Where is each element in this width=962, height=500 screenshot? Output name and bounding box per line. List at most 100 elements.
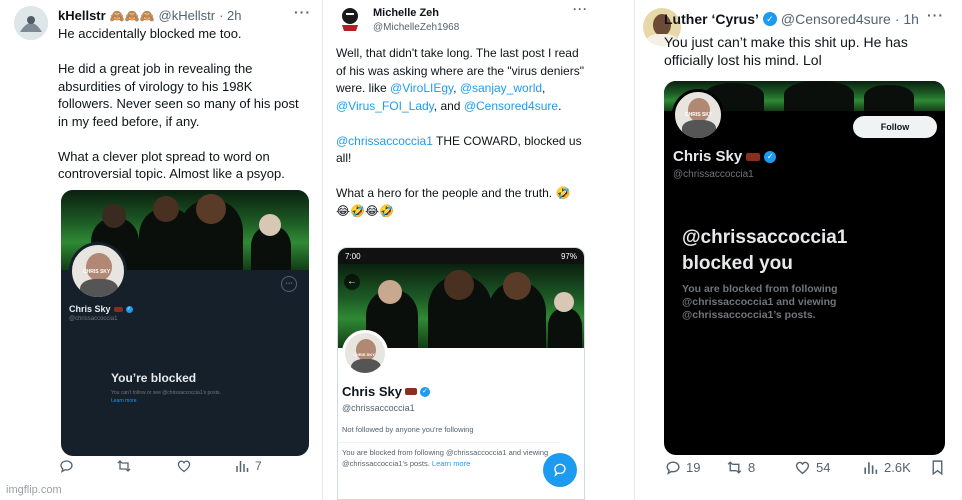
more-options-icon[interactable]: ··· xyxy=(573,2,588,16)
imgflip-watermark: imgflip.com xyxy=(6,484,62,496)
back-button[interactable]: ← xyxy=(344,274,360,290)
avatar-caption: CHRIS SKY xyxy=(685,112,713,118)
avatar-caption: CHRIS SKY xyxy=(353,352,375,357)
blocked-box: You are blocked from following @chrissac… xyxy=(338,442,560,473)
embedded-screenshot[interactable]: CHRIS SKY ··· Chris Sky ✓ @chrissaccocci… xyxy=(61,190,309,456)
repost-button[interactable] xyxy=(116,458,132,474)
brick-icon xyxy=(404,388,417,395)
not-followed-text: Not followed by anyone you're following xyxy=(342,425,474,434)
avatar-michelle[interactable] xyxy=(336,5,364,33)
blocked-desc-line: @chrissaccoccia1 and viewing xyxy=(682,296,837,308)
card-more-icon[interactable]: ··· xyxy=(281,276,297,292)
profile-avatar: CHRIS SKY xyxy=(69,242,127,300)
mention-link[interactable]: @Censored4sure xyxy=(464,99,558,113)
blocked-desc-line: You are blocked from following xyxy=(682,283,838,295)
tweet-line: in my feed before, if any. xyxy=(58,113,200,129)
reply-button[interactable]: 19 xyxy=(664,459,700,476)
author-handle[interactable]: @kHellstr xyxy=(159,8,216,23)
mention-link[interactable]: @chrissaccoccia1 xyxy=(336,134,433,148)
heart-icon xyxy=(795,461,810,474)
embedded-screenshot[interactable]: CHRIS SKY Follow Chris Sky ✓ @chrissacco… xyxy=(664,81,945,455)
verified-badge-icon: ✓ xyxy=(762,12,777,26)
author-handle[interactable]: @MichelleZeh1968 xyxy=(373,22,459,33)
more-options-icon[interactable]: ··· xyxy=(294,4,311,20)
blocked-description: You are blocked from following @chrissac… xyxy=(682,283,838,322)
blocked-desc-line: @chrissaccoccia1’s posts. xyxy=(682,309,816,321)
logo-icon xyxy=(342,8,358,31)
author-name[interactable]: Michelle Zeh xyxy=(373,7,439,19)
tweet-emojis: 😂🤣😂🤣 xyxy=(336,203,394,218)
post-time[interactable]: · 2h xyxy=(219,8,241,23)
views-button[interactable]: 2.6K xyxy=(862,459,911,476)
like-button[interactable] xyxy=(176,458,192,474)
repost-icon xyxy=(727,460,742,474)
mention-link[interactable]: @Virus_FOI_Lady xyxy=(336,99,434,113)
like-count: 54 xyxy=(816,459,831,475)
brick-icon xyxy=(746,152,761,161)
verified-badge-icon: ✓ xyxy=(764,150,777,163)
repost-button[interactable]: 8 xyxy=(726,459,755,476)
learn-more-link[interactable]: Learn more xyxy=(432,459,470,468)
follow-button[interactable]: Follow xyxy=(853,116,937,138)
brick-icon xyxy=(113,306,123,312)
post-time[interactable]: · 1h xyxy=(895,11,919,27)
chat-bubble-icon xyxy=(554,463,566,477)
tweet-line: What a clever plot spread to word on xyxy=(58,148,270,164)
learn-more-link[interactable]: Learn more xyxy=(111,398,137,404)
tweet-line: followers. Never seen so many of his pos… xyxy=(58,96,299,111)
mention-link[interactable]: @ViroLIEgy xyxy=(390,81,453,95)
tweet-text-and: , and xyxy=(433,98,461,113)
tweet-luther: Luther ‘Cyrus’ ✓ @Censored4sure · 1h ···… xyxy=(635,0,962,500)
views-icon xyxy=(236,461,249,472)
author-handle[interactable]: @Censored4sure xyxy=(781,11,891,27)
author-emoji: 🙈🙈🙈 xyxy=(109,8,155,23)
profile-name: Chris Sky xyxy=(673,148,743,165)
profile-avatar: CHRIS SKY xyxy=(342,330,388,376)
tweet-text: He accidentally blocked me too. He did a… xyxy=(58,25,318,183)
heart-icon xyxy=(177,460,191,473)
verified-badge-icon: ✓ xyxy=(125,305,133,313)
status-bar: 7:00 97% xyxy=(338,248,584,264)
mention-link[interactable]: @sanjay_world xyxy=(460,81,542,95)
reply-icon xyxy=(60,460,73,473)
tweet-michelle: Michelle Zeh @MichelleZeh1968 ··· Well, … xyxy=(323,0,633,500)
bookmark-icon xyxy=(932,459,943,475)
blocked-title: You’re blocked xyxy=(111,371,197,385)
bookmark-button[interactable] xyxy=(930,459,945,476)
tweet-line: controversial topic. Almost like a psyop… xyxy=(58,166,285,181)
phone-screenshot[interactable]: 7:00 97% ← CHRIS SKY Chris Sky ✓ @chriss… xyxy=(337,247,585,500)
tweet-text: Well, that didn't take long. The last po… xyxy=(336,45,591,220)
author-name[interactable]: kHellstr xyxy=(58,8,106,23)
blocked-handle: @chrissaccoccia1 xyxy=(682,227,848,248)
repost-icon xyxy=(117,460,131,472)
reply-button[interactable] xyxy=(58,458,74,474)
reply-icon xyxy=(666,460,680,475)
tweet-line: He did a great job in revealing the xyxy=(58,61,253,76)
profile-avatar: CHRIS SKY xyxy=(672,89,724,141)
profile-handle: @chrissaccoccia1 xyxy=(342,403,415,413)
profile-name: Chris Sky xyxy=(342,384,402,399)
status-time: 7:00 xyxy=(345,251,361,261)
tweet-kHellstr: kHellstr 🙈🙈🙈 @kHellstr · 2h ··· He accid… xyxy=(0,0,322,500)
repost-count: 8 xyxy=(748,459,756,475)
verified-badge-icon: ✓ xyxy=(419,386,430,397)
blocked-title: blocked you xyxy=(682,253,793,274)
tweet-line: absurdities of virology to his 198K xyxy=(58,78,253,94)
views-count: 7 xyxy=(255,459,262,473)
author-name[interactable]: Luther ‘Cyrus’ xyxy=(664,11,759,27)
tweet-line: You just can’t make this shit up. He has xyxy=(664,34,908,50)
tweet-line: officially lost his mind. Lol xyxy=(664,52,822,68)
like-button[interactable]: 54 xyxy=(794,459,830,476)
avatar-caption: CHRIS SKY xyxy=(83,269,111,275)
status-battery: 97% xyxy=(560,251,577,261)
compose-fab[interactable] xyxy=(543,453,577,487)
more-options-icon[interactable]: ··· xyxy=(927,7,944,23)
profile-handle: @chrissaccoccia1 xyxy=(673,169,754,180)
views-icon xyxy=(864,461,878,474)
avatar-kHellstr[interactable] xyxy=(14,6,48,40)
profile-handle: @chrissaccoccia1 xyxy=(69,316,118,322)
blocked-description: You can’t follow or see @chrissaccoccia1… xyxy=(111,390,221,396)
views-count: 2.6K xyxy=(884,459,911,475)
profile-name: Chris Sky xyxy=(69,304,111,314)
views-button[interactable]: 7 xyxy=(234,458,262,474)
